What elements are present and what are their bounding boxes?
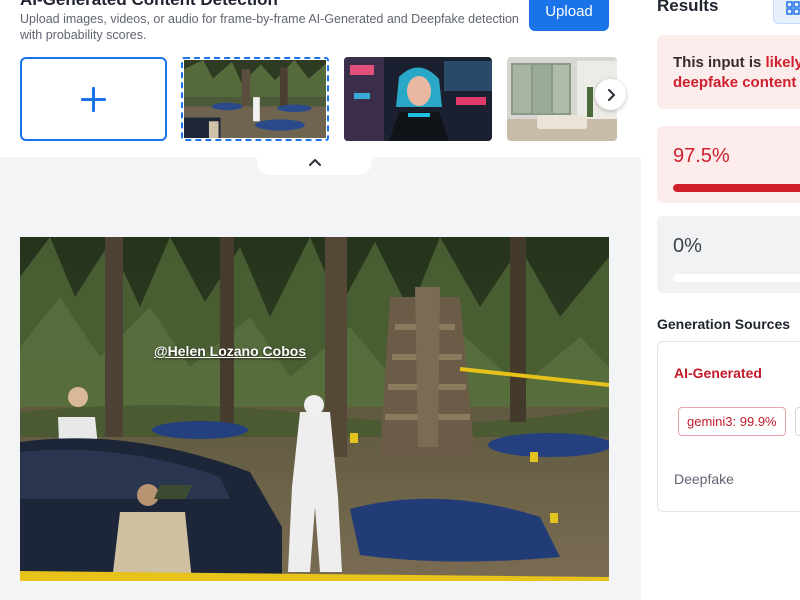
plus-icon xyxy=(81,86,106,112)
view-toggle-button[interactable] xyxy=(773,0,800,24)
deepfake-score: 0% xyxy=(673,235,702,257)
grid-view-icon xyxy=(786,1,800,15)
upload-button[interactable]: Upload xyxy=(529,0,609,31)
page-title: AI-Generated Content Detection xyxy=(20,0,278,10)
main-preview-image: @Helen Lozano Cobos xyxy=(20,237,609,581)
thumbnail-forensic-scene-image xyxy=(184,60,326,138)
verdict-highlight: likely xyxy=(765,54,800,71)
verdict-prefix: This input is xyxy=(673,54,766,71)
results-title: Results xyxy=(657,0,719,15)
chevron-right-icon xyxy=(607,88,615,101)
ai-generated-progress-bar xyxy=(673,184,800,192)
verdict-line-2: deepfake content xyxy=(673,74,797,91)
verdict-card: This input is likely deepfake content xyxy=(657,35,800,109)
page-subtitle: Upload images, videos, or audio for fram… xyxy=(20,12,519,42)
deepfake-label: Deepfake xyxy=(674,471,734,487)
upload-panel: AI-Generated Content Detection Upload im… xyxy=(0,0,641,600)
model-chip-partial[interactable] xyxy=(795,407,800,436)
upload-header-card: AI-Generated Content Detection Upload im… xyxy=(0,0,641,157)
ai-generated-score: 97.5% xyxy=(673,145,730,167)
image-watermark: @Helen Lozano Cobos xyxy=(154,343,307,359)
thumbnail-cyberpunk-portrait[interactable] xyxy=(344,57,492,141)
generation-sources-title: Generation Sources xyxy=(657,316,791,332)
deepfake-progress-bar xyxy=(673,274,800,282)
model-chip-gemini3[interactable]: gemini3: 99.9% xyxy=(678,407,786,436)
chevron-up-icon xyxy=(308,159,321,166)
ai-generated-score-card: 97.5% xyxy=(657,126,800,203)
ai-generated-progress-fill xyxy=(673,184,800,192)
ai-generated-label: AI-Generated xyxy=(674,365,762,381)
deepfake-score-card: 0% xyxy=(657,216,800,293)
add-media-button[interactable] xyxy=(20,57,167,141)
generation-sources-card: AI-Generated gemini3: 99.9% Deepfake xyxy=(657,341,800,512)
verdict-line-1: This input is likely xyxy=(673,53,800,73)
collapse-thumbnails-button[interactable] xyxy=(257,150,372,175)
thumbnail-selected[interactable] xyxy=(181,57,329,141)
forensic-scene-image xyxy=(20,237,609,581)
next-thumbnails-button[interactable] xyxy=(595,79,626,110)
thumbnail-cyberpunk-image xyxy=(344,57,492,141)
results-panel: Results This input is likely deepfake co… xyxy=(641,0,800,600)
